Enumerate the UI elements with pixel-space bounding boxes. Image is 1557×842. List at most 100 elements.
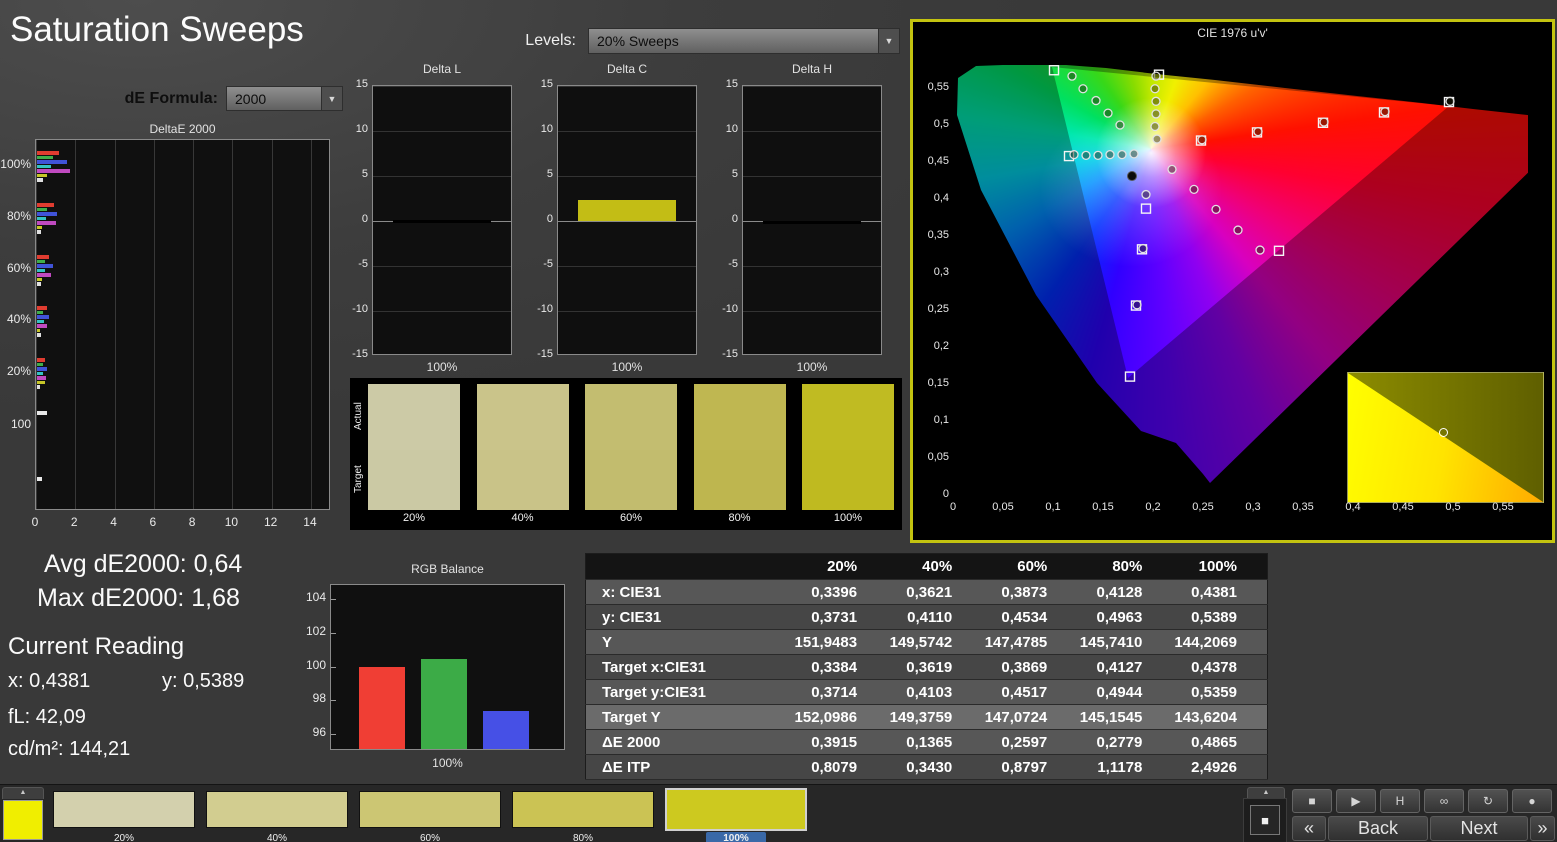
deltae-bar <box>37 363 43 367</box>
back-button[interactable]: Back <box>1328 816 1428 841</box>
y-group-label: 100 <box>0 417 31 431</box>
cie-y-tick-label: 0,2 <box>915 340 949 352</box>
deltae-bar <box>37 156 53 160</box>
sweep-swatch-button[interactable]: 20% <box>53 791 195 842</box>
column-header: 60% <box>982 554 1077 580</box>
y-tick-label: 5 <box>527 168 553 180</box>
x-tick-label: 12 <box>261 515 281 529</box>
chevrons-right-button[interactable]: » <box>1530 816 1555 841</box>
gridline <box>743 131 881 132</box>
de-formula-dropdown[interactable]: 2000 ▼ <box>226 86 343 111</box>
column-header: 40% <box>887 554 982 580</box>
tick-dash <box>331 599 336 600</box>
layout-square-button[interactable]: ■ <box>1250 805 1280 835</box>
sweep-swatch-button[interactable]: 100% <box>665 791 807 842</box>
sweep-swatch-color <box>512 791 654 828</box>
swatch-cell <box>477 384 569 510</box>
table-cell: 0,4517 <box>982 680 1077 705</box>
levels-dropdown[interactable]: 20% Sweeps ▼ <box>588 28 900 54</box>
table-cell: 0,4103 <box>887 680 982 705</box>
stop-button[interactable]: ■ <box>1292 789 1332 813</box>
gridline <box>558 221 696 222</box>
measured-circle-marker <box>1190 185 1198 193</box>
tick-dash <box>331 734 336 735</box>
swatch-cell <box>802 384 894 510</box>
y-tick-label: -15 <box>527 348 553 360</box>
cie-x-tick-label: 0,3 <box>1235 501 1271 513</box>
table-cell: 0,2597 <box>982 730 1077 755</box>
swatch-label: 100% <box>802 512 894 524</box>
table-cell: 145,1545 <box>1077 705 1172 730</box>
delta-chart-plot-area <box>742 85 882 355</box>
swatch-label: 40% <box>477 512 569 524</box>
refresh-button[interactable]: ↻ <box>1468 789 1508 813</box>
deltae-bar <box>37 151 59 155</box>
table-row: Target y:CIE310,37140,41030,45170,49440,… <box>586 680 1268 705</box>
levels-value: 20% Sweeps <box>589 33 878 49</box>
tick-dash <box>331 667 336 668</box>
readings-block: Avg dE2000: 0,64 Max dE2000: 1,68 Curren… <box>0 545 300 785</box>
next-button[interactable]: Next <box>1430 816 1528 841</box>
x-tick-label: 6 <box>143 515 163 529</box>
measured-circle-marker <box>1079 85 1087 93</box>
play-button[interactable]: ▶ <box>1336 789 1376 813</box>
delta-chart-title: Delta L <box>372 62 512 76</box>
cie-x-tick-label: 0,4 <box>1335 501 1371 513</box>
max-de2000: Max dE2000: 1,68 <box>37 584 240 613</box>
table-cell: 144,2069 <box>1172 630 1267 655</box>
swatch-label: 20% <box>368 512 460 524</box>
whitepoint-dot-marker <box>1128 172 1137 181</box>
chevron-up-icon[interactable]: ▲ <box>2 787 44 799</box>
selected-color-chip[interactable] <box>3 800 43 840</box>
delta-chart-plot-area <box>557 85 697 355</box>
deltae-bar <box>37 169 70 173</box>
chevron-down-icon: ▼ <box>321 87 342 110</box>
deltae-bar <box>37 160 67 164</box>
table-row: Y151,9483149,5742147,4785145,7410144,206… <box>586 630 1268 655</box>
sweep-swatch-label: 20% <box>53 832 195 842</box>
measured-circle-marker <box>1092 97 1100 105</box>
sweep-swatch-button[interactable]: 80% <box>512 791 654 842</box>
cie-y-tick-label: 0,3 <box>915 266 949 278</box>
gridline <box>743 311 881 312</box>
sweep-swatch-color <box>53 791 195 828</box>
deltae-bar <box>37 385 40 389</box>
y-tick-label: 0 <box>712 213 738 225</box>
x-tick-label: 0 <box>25 515 45 529</box>
rgb-bar <box>421 659 467 750</box>
delta-bar <box>393 220 491 223</box>
y-tick-label: 0 <box>527 213 553 225</box>
measured-circle-marker <box>1254 128 1262 136</box>
table-cell: 0,4378 <box>1172 655 1267 680</box>
x-tick-label: 4 <box>104 515 124 529</box>
cie-x-tick-label: 0,1 <box>1035 501 1071 513</box>
column-header: 80% <box>1077 554 1172 580</box>
sweep-swatch-button[interactable]: 40% <box>206 791 348 842</box>
deltae-bar <box>37 273 51 277</box>
rgb-balance-chart: RGB Balance 100% 1041021009896 <box>300 560 580 778</box>
page-title: Saturation Sweeps <box>10 10 304 50</box>
cie-y-tick-label: 0,25 <box>915 303 949 315</box>
delta-bar <box>578 200 676 221</box>
record-button[interactable]: ● <box>1512 789 1552 813</box>
target-square-marker <box>1142 204 1151 213</box>
measured-circle-marker <box>1082 151 1090 159</box>
measured-circle-marker <box>1142 191 1150 199</box>
gridline <box>373 266 511 267</box>
rgb-balance-x-label: 100% <box>330 756 565 770</box>
loop-button[interactable]: ∞ <box>1424 789 1464 813</box>
table-cell: 2,4926 <box>1172 755 1267 780</box>
rgb-balance-plot-area <box>330 584 565 750</box>
cie-x-tick-label: 0,25 <box>1185 501 1221 513</box>
sweep-swatch-button[interactable]: 60% <box>359 791 501 842</box>
deltae-bar <box>37 282 41 286</box>
tick-dash <box>331 633 336 634</box>
chevrons-left-button[interactable]: « <box>1292 816 1326 841</box>
row-label: y: CIE31 <box>586 605 793 630</box>
gridline <box>373 311 511 312</box>
y-group-label: 80% <box>0 209 31 223</box>
actual-swatch <box>368 384 460 450</box>
marker-button[interactable]: H <box>1380 789 1420 813</box>
table-cell: 147,0724 <box>982 705 1077 730</box>
measured-circle-marker <box>1234 226 1242 234</box>
